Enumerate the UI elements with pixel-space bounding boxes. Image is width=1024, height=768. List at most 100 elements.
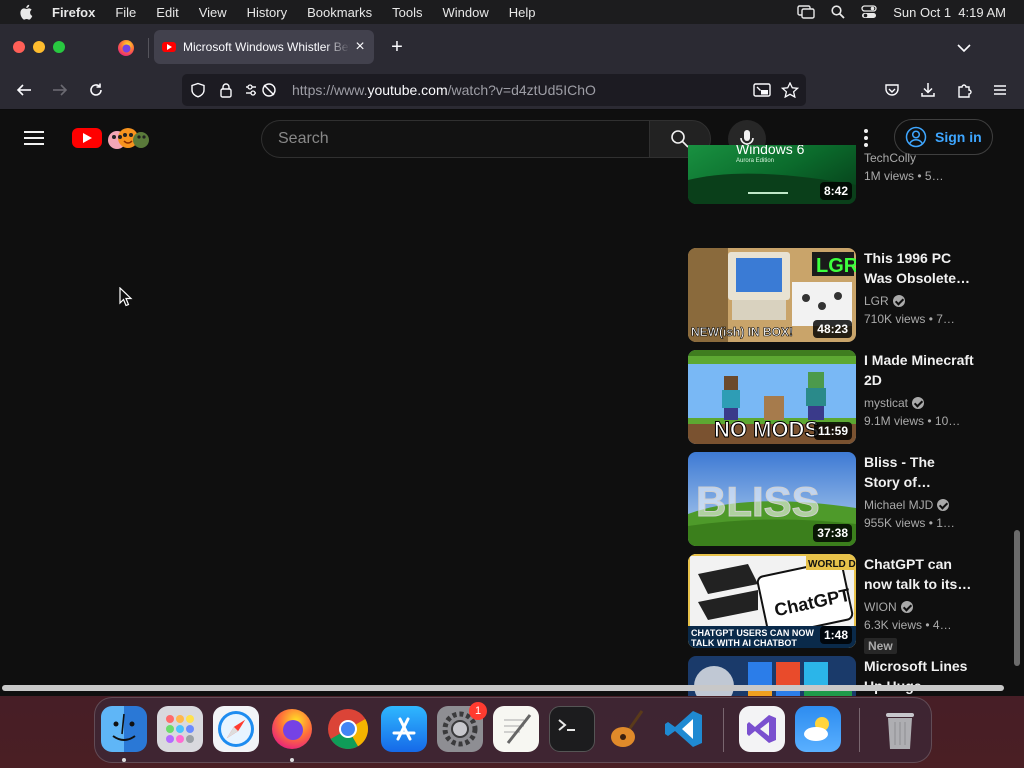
video-thumbnail[interactable]: Windows 6 Aurora Edition 8:42 xyxy=(688,145,856,204)
video-stats: 955K views • 1… xyxy=(864,516,955,530)
thumbnail-text: BLISS xyxy=(696,478,820,525)
channel-name[interactable]: mysticat xyxy=(864,394,974,412)
menu-window[interactable]: Window xyxy=(443,5,489,20)
recommendation-item[interactable]: LGR NEW(ish) IN BOX! 48:23 This 1996 PC … xyxy=(688,248,978,342)
dock-separator xyxy=(723,708,724,752)
video-meta: ChatGPT can now talk to its… WION 6.3K v… xyxy=(864,554,974,655)
recommendation-item[interactable]: NO MODS 11:59 I Made Minecraft 2D mystic… xyxy=(688,350,978,444)
lock-icon[interactable] xyxy=(218,82,234,98)
youtube-doodle-icon[interactable] xyxy=(106,124,154,152)
video-thumbnail[interactable]: NO MODS 11:59 xyxy=(688,350,856,444)
hamburger-menu-icon[interactable] xyxy=(24,128,48,148)
video-thumbnail[interactable]: WORLD DNA ChatGPT CHATGPT USERS CAN NOW … xyxy=(688,554,856,648)
recommendation-item[interactable]: Windows 6 Aurora Edition 8:42 TechColly … xyxy=(688,145,978,204)
vertical-scrollbar[interactable] xyxy=(1014,530,1020,666)
window-minimize-button[interactable] xyxy=(33,41,45,53)
extensions-button[interactable] xyxy=(952,78,976,102)
control-center-icon[interactable] xyxy=(861,5,877,19)
channel-name[interactable]: Michael MJD xyxy=(864,496,974,514)
chrome-icon[interactable] xyxy=(325,706,371,752)
terminal-icon[interactable] xyxy=(549,706,595,752)
reload-button[interactable] xyxy=(84,78,108,102)
channel-name[interactable]: TechColly xyxy=(864,149,974,167)
menu-history[interactable]: History xyxy=(247,5,287,20)
window-zoom-button[interactable] xyxy=(53,41,65,53)
apple-logo-icon[interactable] xyxy=(18,4,36,20)
spotlight-search-icon[interactable] xyxy=(831,5,845,19)
thumbnail-text: NO MODS xyxy=(714,417,819,442)
video-title[interactable]: Bliss - The Story of… xyxy=(864,452,974,492)
video-title[interactable]: ChatGPT can now talk to its… xyxy=(864,554,974,594)
recommendation-item[interactable]: WORLD DNA ChatGPT CHATGPT USERS CAN NOW … xyxy=(688,554,978,654)
textedit-icon[interactable] xyxy=(493,706,539,752)
pocket-button[interactable] xyxy=(880,78,904,102)
video-meta: Bliss - The Story of… Michael MJD 955K v… xyxy=(864,452,974,532)
tab-separator xyxy=(148,38,149,58)
tab-youtube-active[interactable]: Microsoft Windows Whistler Beta × xyxy=(154,30,374,64)
weather-icon[interactable] xyxy=(795,706,841,752)
trash-icon[interactable] xyxy=(877,706,923,752)
bookmark-star-icon[interactable] xyxy=(781,82,799,98)
thumbnail-text: CHATGPT USERS CAN NOW xyxy=(691,628,814,638)
tab-close-button[interactable]: × xyxy=(350,37,370,57)
chevron-down-icon[interactable] xyxy=(954,38,974,58)
finder-icon[interactable] xyxy=(101,706,147,752)
picture-in-picture-icon[interactable] xyxy=(753,82,771,98)
permissions-icon[interactable] xyxy=(244,82,278,98)
launchpad-icon[interactable] xyxy=(157,706,203,752)
firefox-window: Microsoft Windows Whistler Beta × + http… xyxy=(0,24,1024,696)
tab-title: Microsoft Windows Whistler Beta xyxy=(183,40,350,54)
url-bar[interactable]: https://www.youtube.com/watch?v=d4ztUd5I… xyxy=(182,74,806,106)
pocket-icon xyxy=(885,84,899,96)
menu-bar-clock[interactable]: Sun Oct 1 4:19 AM xyxy=(893,5,1006,20)
svg-text:TALK WITH AI CHATBOT: TALK WITH AI CHATBOT xyxy=(691,638,797,648)
window-close-button[interactable] xyxy=(13,41,25,53)
forward-button[interactable] xyxy=(48,78,72,102)
notification-badge: 1 xyxy=(469,702,487,720)
video-thumbnail[interactable]: LGR NEW(ish) IN BOX! 48:23 xyxy=(688,248,856,342)
verified-check-icon xyxy=(900,601,913,613)
app-store-icon[interactable] xyxy=(381,706,427,752)
menu-file[interactable]: File xyxy=(115,5,136,20)
garageband-icon[interactable] xyxy=(605,706,651,752)
channel-name[interactable]: WION xyxy=(864,598,974,616)
menu-app-name[interactable]: Firefox xyxy=(52,5,95,20)
recommendation-item[interactable]: BLISS 37:38 Bliss - The Story of… Michae… xyxy=(688,452,978,546)
new-tab-button[interactable]: + xyxy=(386,36,408,58)
channel-name[interactable]: LGR xyxy=(864,292,974,310)
search-input[interactable] xyxy=(278,129,618,149)
arrow-right-icon xyxy=(53,84,68,96)
video-meta: I Made Minecraft 2D mysticat 9.1M views … xyxy=(864,350,974,430)
url-domain: youtube.com xyxy=(367,82,448,98)
vscode-icon[interactable] xyxy=(661,706,707,752)
video-duration: 11:59 xyxy=(813,422,852,440)
menu-edit[interactable]: Edit xyxy=(156,5,178,20)
menu-tools[interactable]: Tools xyxy=(392,5,422,20)
finder-running-indicator xyxy=(122,758,126,762)
video-duration: 1:48 xyxy=(819,626,852,644)
video-stats: 6.3K views • 4… xyxy=(864,618,952,632)
video-title[interactable]: This 1996 PC Was Obsolete… xyxy=(864,248,974,288)
url-text[interactable]: https://www.youtube.com/watch?v=d4ztUd5I… xyxy=(292,82,596,98)
shield-icon[interactable] xyxy=(190,82,206,98)
visual-studio-icon[interactable] xyxy=(739,706,785,752)
safari-icon[interactable] xyxy=(213,706,259,752)
downloads-button[interactable] xyxy=(916,78,940,102)
video-stats: 9.1M views • 10… xyxy=(864,414,961,428)
menu-bookmarks[interactable]: Bookmarks xyxy=(307,5,372,20)
firefox-icon[interactable] xyxy=(269,706,315,752)
menu-icon xyxy=(994,85,1006,95)
video-thumbnail[interactable]: BLISS 37:38 xyxy=(688,452,856,546)
app-menu-button[interactable] xyxy=(988,78,1012,102)
video-title[interactable]: I Made Minecraft 2D xyxy=(864,350,974,390)
youtube-logo[interactable] xyxy=(72,128,102,148)
thumbnail-text: NEW(ish) IN BOX! xyxy=(691,325,793,339)
horizontal-scrollbar[interactable] xyxy=(2,685,1004,691)
screen-mirroring-icon[interactable] xyxy=(797,5,815,19)
back-button[interactable] xyxy=(12,78,36,102)
menu-view[interactable]: View xyxy=(199,5,227,20)
menu-help[interactable]: Help xyxy=(509,5,536,20)
svg-text:WORLD DNA: WORLD DNA xyxy=(808,559,856,570)
youtube-favicon-icon xyxy=(162,42,176,52)
pinned-tab-firefox[interactable] xyxy=(112,36,140,60)
